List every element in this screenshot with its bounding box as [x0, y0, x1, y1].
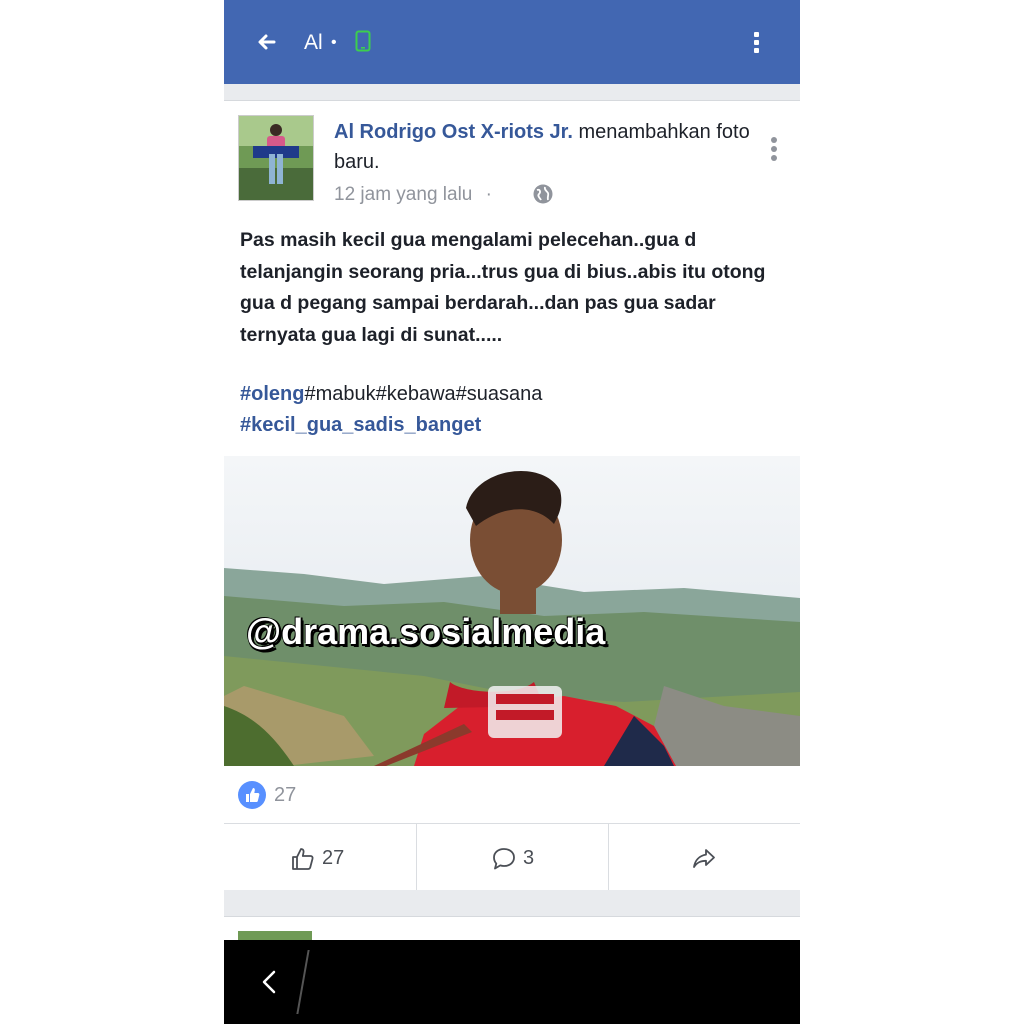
hashtag-link[interactable]: #oleng [240, 383, 304, 405]
share-button[interactable] [608, 824, 800, 892]
like-button[interactable]: 27 [224, 824, 416, 892]
post-action-bar: 27 3 [224, 823, 800, 892]
page-title: Al [304, 31, 323, 54]
post-body-text: Pas masih kecil gua mengalami pelecehan.… [240, 229, 766, 346]
post-meta: 12 jam yang lalu · [334, 181, 492, 209]
post-header-text: Al Rodrigo Ost X-riots Jr. menambahkan f… [334, 117, 774, 177]
share-icon [691, 846, 717, 872]
thumbs-up-icon [290, 846, 316, 872]
phone-icon [355, 30, 371, 52]
hashtag-plain: #mabuk#kebawa#suasana [304, 383, 543, 405]
nav-divider [296, 950, 310, 1014]
feed-gap-2 [224, 890, 800, 916]
reaction-count: 27 [274, 784, 297, 806]
post-hashtags: #oleng#mabuk#kebawa#suasana #kecil_gua_s… [240, 379, 786, 441]
avatar[interactable] [238, 115, 314, 201]
comment-icon [491, 846, 517, 872]
title-dot: • [331, 34, 337, 51]
back-arrow-icon[interactable] [254, 26, 280, 58]
hashtag-line-1: #oleng#mabuk#kebawa#suasana [240, 379, 786, 410]
like-count: 27 [322, 847, 345, 869]
post-options-icon[interactable] [768, 137, 780, 163]
watermark-text: @drama.sosialmedia [246, 611, 606, 652]
post-card: Al Rodrigo Ost X-riots Jr. menambahkan f… [224, 100, 800, 892]
feed-gap [224, 84, 800, 100]
hashtag-link-2[interactable]: #kecil_gua_sadis_banget [240, 414, 481, 436]
comment-button[interactable]: 3 [416, 824, 609, 892]
nav-back-icon[interactable] [256, 962, 286, 1002]
post-timestamp[interactable]: 12 jam yang lalu [334, 184, 472, 205]
more-vert-icon[interactable] [744, 28, 768, 58]
meta-separator: · [485, 184, 492, 205]
system-nav-bar [224, 940, 800, 1024]
globe-icon [532, 183, 554, 205]
author-name[interactable]: Al Rodrigo Ost X-riots Jr. [334, 121, 573, 143]
like-badge-icon [238, 781, 266, 809]
top-app-bar: Al • [224, 0, 800, 84]
hashtag-line-2: #kecil_gua_sadis_banget [240, 410, 786, 441]
facebook-app-screen: Al • Al Rodrigo Ost X-riots Jr. menambah… [224, 0, 800, 1024]
comment-count: 3 [523, 847, 535, 869]
